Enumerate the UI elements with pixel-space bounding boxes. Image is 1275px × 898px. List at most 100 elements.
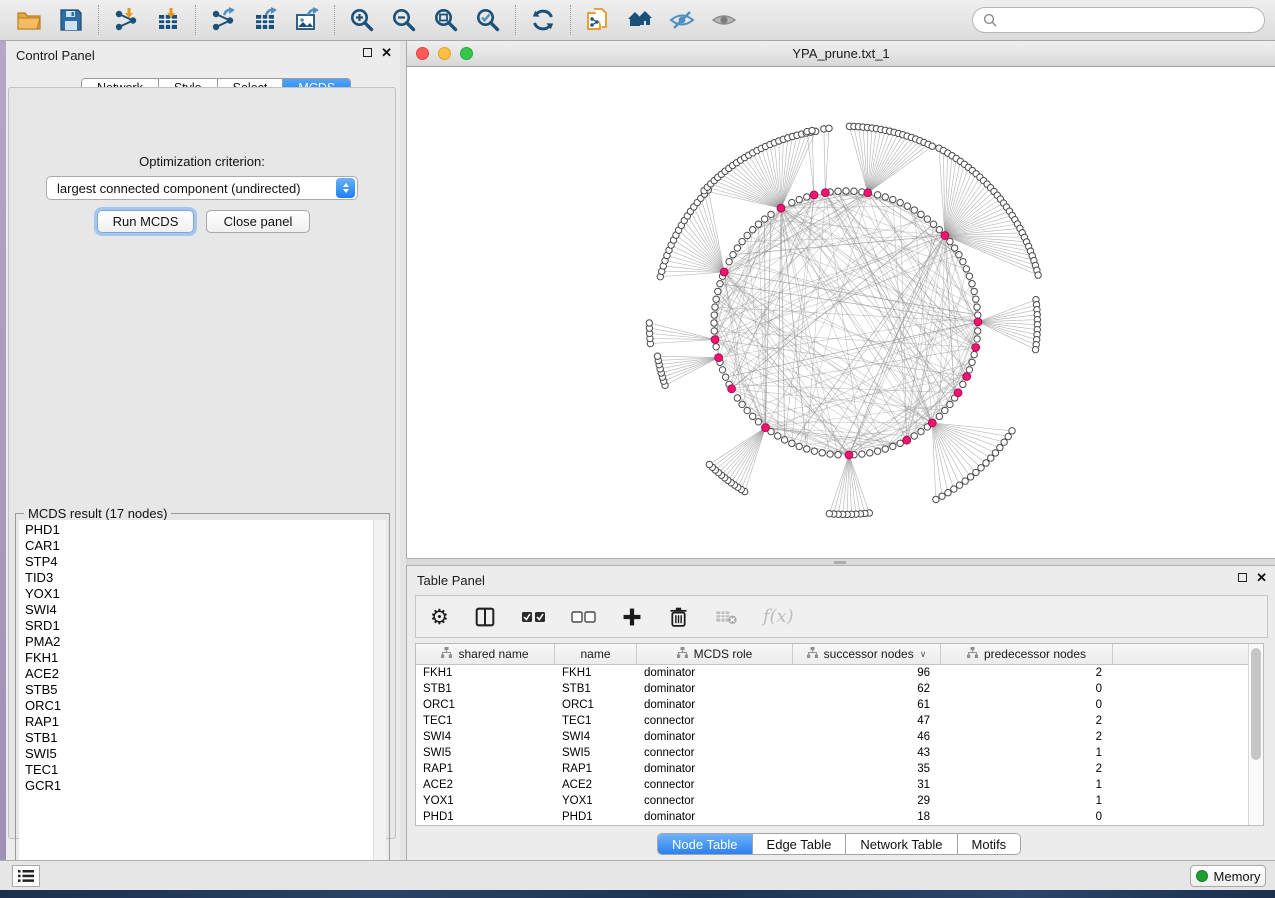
table-cell[interactable]: YOX1 bbox=[555, 793, 637, 809]
network-node[interactable] bbox=[1035, 272, 1041, 278]
network-node[interactable] bbox=[918, 428, 924, 434]
network-node[interactable] bbox=[945, 490, 951, 496]
network-node[interactable] bbox=[804, 194, 810, 200]
network-node[interactable] bbox=[967, 474, 973, 480]
table-cell[interactable]: 2 bbox=[941, 761, 1113, 777]
import-network-icon[interactable] bbox=[105, 3, 147, 37]
column-header-MCDS-role[interactable]: MCDS role bbox=[637, 644, 793, 664]
tab-node-table[interactable]: Node Table bbox=[658, 834, 753, 854]
table-cell[interactable]: PHD1 bbox=[416, 809, 555, 825]
mcds-result-item[interactable]: SRD1 bbox=[25, 618, 373, 634]
network-node[interactable] bbox=[1005, 433, 1011, 439]
network-node[interactable] bbox=[719, 367, 725, 373]
network-node[interactable] bbox=[734, 245, 740, 251]
column-header-name[interactable]: name bbox=[555, 644, 637, 664]
network-node[interactable] bbox=[924, 216, 930, 222]
table-cell[interactable]: dominator bbox=[637, 665, 793, 681]
table-cell[interactable]: YOX1 bbox=[416, 793, 555, 809]
mcds-result-item[interactable]: CAR1 bbox=[25, 538, 373, 554]
tab-motifs[interactable]: Motifs bbox=[958, 834, 1021, 854]
network-node[interactable] bbox=[1001, 439, 1007, 445]
network-node[interactable] bbox=[827, 451, 833, 457]
table-cell[interactable]: 1 bbox=[941, 745, 1113, 761]
network-node[interactable] bbox=[975, 328, 981, 334]
tab-network-table[interactable]: Network Table bbox=[846, 834, 957, 854]
mcds-result-item[interactable]: RAP1 bbox=[25, 714, 373, 730]
network-node[interactable] bbox=[988, 455, 994, 461]
network-node[interactable] bbox=[939, 493, 945, 499]
mcds-hub-node[interactable] bbox=[974, 318, 982, 326]
mcds-result-item[interactable]: TID3 bbox=[25, 570, 373, 586]
toggle-visibility-icon[interactable] bbox=[661, 3, 703, 37]
table-cell[interactable]: dominator bbox=[637, 761, 793, 777]
mcds-hub-node[interactable] bbox=[762, 424, 770, 432]
table-cell[interactable]: dominator bbox=[637, 681, 793, 697]
mcds-result-item[interactable]: FKH1 bbox=[25, 650, 373, 666]
network-node[interactable] bbox=[918, 211, 924, 217]
network-node[interactable] bbox=[744, 232, 750, 238]
panel-divider[interactable] bbox=[406, 558, 1275, 566]
network-node[interactable] bbox=[956, 482, 962, 488]
table-row[interactable]: RAP1RAP1dominator352 bbox=[416, 761, 1263, 777]
mcds-hub-node[interactable] bbox=[941, 232, 949, 240]
network-node[interactable] bbox=[966, 367, 972, 373]
network-node[interactable] bbox=[904, 203, 910, 209]
table-cell[interactable]: dominator bbox=[637, 729, 793, 745]
table-cell[interactable]: 46 bbox=[793, 729, 941, 745]
refresh-icon[interactable] bbox=[522, 3, 564, 37]
float-panel-icon[interactable] bbox=[363, 48, 372, 57]
table-cell[interactable]: 0 bbox=[941, 809, 1113, 825]
mcds-result-item[interactable]: PMA2 bbox=[25, 634, 373, 650]
table-cell[interactable]: connector bbox=[637, 793, 793, 809]
table-cell[interactable]: SWI4 bbox=[555, 729, 637, 745]
table-cell[interactable]: 2 bbox=[941, 729, 1113, 745]
network-node[interactable] bbox=[755, 419, 761, 425]
mcds-hub-node[interactable] bbox=[777, 204, 785, 212]
network-node[interactable] bbox=[809, 127, 815, 133]
table-cell[interactable]: STB1 bbox=[416, 681, 555, 697]
mcds-result-item[interactable]: YOX1 bbox=[25, 586, 373, 602]
network-node[interactable] bbox=[835, 188, 841, 194]
network-node[interactable] bbox=[911, 207, 917, 213]
network-node[interactable] bbox=[971, 351, 977, 357]
mcds-result-item[interactable]: SWI4 bbox=[25, 602, 373, 618]
window-maximize-icon[interactable] bbox=[460, 47, 473, 60]
mcds-hub-node[interactable] bbox=[720, 268, 728, 276]
network-node[interactable] bbox=[768, 211, 774, 217]
mcds-result-item[interactable]: GCR1 bbox=[25, 778, 373, 794]
network-node[interactable] bbox=[711, 320, 717, 326]
network-node[interactable] bbox=[963, 266, 969, 272]
float-table-panel-icon[interactable] bbox=[1238, 573, 1247, 582]
network-node[interactable] bbox=[973, 469, 979, 475]
network-node[interactable] bbox=[960, 258, 966, 264]
network-node[interactable] bbox=[804, 446, 810, 452]
mcds-hub-node[interactable] bbox=[728, 385, 736, 393]
criterion-select[interactable]: largest connected component (undirected) bbox=[46, 176, 358, 200]
network-node[interactable] bbox=[761, 216, 767, 222]
network-node[interactable] bbox=[826, 510, 832, 516]
network-node[interactable] bbox=[706, 461, 712, 467]
clone-network-icon[interactable] bbox=[577, 3, 619, 37]
network-node[interactable] bbox=[713, 296, 719, 302]
settings-gear-icon[interactable]: ⚙ bbox=[430, 602, 449, 632]
network-node[interactable] bbox=[911, 433, 917, 439]
table-row[interactable]: YOX1YOX1connector291 bbox=[416, 793, 1263, 809]
network-node[interactable] bbox=[890, 196, 896, 202]
table-cell[interactable]: 2 bbox=[941, 665, 1113, 681]
network-node[interactable] bbox=[713, 344, 719, 350]
mcds-hub-node[interactable] bbox=[711, 336, 719, 344]
table-cell[interactable]: 47 bbox=[793, 713, 941, 729]
table-cell[interactable]: 29 bbox=[793, 793, 941, 809]
network-node[interactable] bbox=[789, 440, 795, 446]
table-cell[interactable]: connector bbox=[637, 777, 793, 793]
network-node[interactable] bbox=[711, 328, 717, 334]
network-node[interactable] bbox=[882, 446, 888, 452]
export-table-icon[interactable] bbox=[244, 3, 286, 37]
mcds-hub-node[interactable] bbox=[954, 389, 962, 397]
table-cell[interactable]: 1 bbox=[941, 777, 1113, 793]
network-node[interactable] bbox=[851, 188, 857, 194]
network-node[interactable] bbox=[739, 238, 745, 244]
mcds-hub-node[interactable] bbox=[864, 189, 872, 197]
open-icon[interactable] bbox=[8, 3, 50, 37]
table-cell[interactable]: FKH1 bbox=[555, 665, 637, 681]
